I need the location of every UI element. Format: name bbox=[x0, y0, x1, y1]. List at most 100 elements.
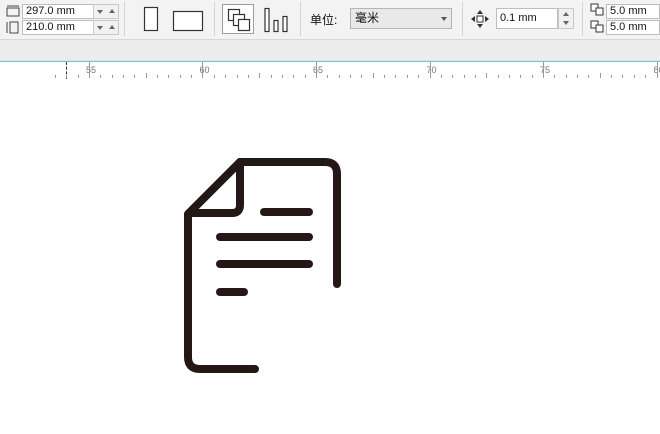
ruler-tick bbox=[600, 73, 601, 78]
ruler-tick bbox=[395, 75, 396, 78]
ruler-tick bbox=[634, 75, 635, 78]
page-width-stepper[interactable] bbox=[93, 4, 119, 19]
document-icon[interactable] bbox=[0, 79, 660, 434]
all-pages-button[interactable] bbox=[222, 4, 254, 34]
ruler-label: 60 bbox=[199, 65, 210, 75]
ruler-tick bbox=[202, 62, 203, 78]
ruler-tick bbox=[645, 75, 646, 78]
ruler-tick bbox=[532, 75, 533, 78]
ruler-tick bbox=[100, 75, 101, 78]
ruler-tick bbox=[237, 75, 238, 78]
landscape-icon bbox=[172, 10, 204, 32]
all-pages-icon bbox=[227, 8, 251, 32]
ruler-label: 55 bbox=[86, 65, 97, 75]
nudge-distance-field[interactable]: 0.1 mm bbox=[496, 8, 558, 29]
duplicate-y-field[interactable]: 5.0 mm bbox=[606, 20, 660, 35]
ruler-tick bbox=[89, 62, 90, 78]
ruler-tick bbox=[78, 75, 79, 78]
chevron-down-icon[interactable] bbox=[441, 17, 447, 21]
ruler-tick bbox=[55, 75, 56, 78]
toolbar-separator bbox=[214, 2, 215, 36]
ruler-tick bbox=[464, 75, 465, 78]
spin-down-icon[interactable] bbox=[563, 21, 569, 25]
ruler-tick bbox=[520, 75, 521, 78]
ruler-tick bbox=[282, 75, 283, 78]
property-bar: 297.0 mm 210.0 mm 单位: 毫米 0.1 mm 5.0 mm 5… bbox=[0, 0, 660, 40]
portrait-button[interactable] bbox=[138, 4, 164, 34]
toolbar-separator bbox=[124, 2, 125, 36]
units-selected-value: 毫米 bbox=[355, 11, 380, 25]
duplicate-y-icon bbox=[590, 20, 604, 33]
units-dropdown[interactable]: 毫米 bbox=[350, 8, 452, 29]
ruler-tick bbox=[430, 62, 431, 78]
ruler-tick bbox=[146, 73, 147, 78]
spin-up-icon[interactable] bbox=[109, 9, 115, 13]
ruler-tick bbox=[361, 75, 362, 78]
ruler-tick bbox=[112, 75, 113, 78]
ruler-tick bbox=[180, 75, 181, 78]
nudge-distance-stepper[interactable] bbox=[558, 8, 574, 29]
ruler-tick bbox=[441, 75, 442, 78]
ruler-tick bbox=[475, 75, 476, 78]
ruler-tick bbox=[566, 75, 567, 78]
ruler-tick bbox=[191, 75, 192, 78]
ruler-tick bbox=[418, 75, 419, 78]
secondary-toolbar-strip bbox=[0, 40, 660, 61]
page-height-field[interactable]: 210.0 mm bbox=[22, 20, 94, 35]
ruler-label: 75 bbox=[540, 65, 551, 75]
page-width-field[interactable]: 297.0 mm bbox=[22, 4, 94, 19]
ruler-tick bbox=[168, 75, 169, 78]
ruler-tick bbox=[350, 75, 351, 78]
units-label: 单位: bbox=[310, 13, 338, 27]
ruler-tick bbox=[657, 62, 658, 78]
ruler-tick bbox=[622, 75, 623, 78]
page-height-stepper[interactable] bbox=[93, 20, 119, 35]
ruler-tick bbox=[316, 62, 317, 78]
ruler-tick bbox=[339, 75, 340, 78]
ruler-tick bbox=[327, 75, 328, 78]
ruler-tick bbox=[157, 75, 158, 78]
ruler-tick bbox=[123, 75, 124, 78]
ruler-tick bbox=[305, 75, 306, 78]
ruler-tick bbox=[577, 75, 578, 78]
ruler-tick bbox=[509, 75, 510, 78]
horizontal-ruler[interactable]: 556065707580 bbox=[0, 61, 660, 80]
dropdown-arrow-icon[interactable] bbox=[97, 26, 103, 30]
ruler-tick bbox=[486, 73, 487, 78]
ruler-tick bbox=[543, 62, 544, 78]
ruler-tick bbox=[452, 75, 453, 78]
ruler-tick bbox=[248, 75, 249, 78]
spin-up-icon[interactable] bbox=[563, 12, 569, 16]
page-height-icon bbox=[6, 21, 19, 34]
ruler-tick bbox=[407, 75, 408, 78]
ruler-tick bbox=[498, 75, 499, 78]
ruler-tick bbox=[259, 73, 260, 78]
ruler-tick bbox=[271, 75, 272, 78]
ruler-tick bbox=[554, 75, 555, 78]
portrait-icon bbox=[143, 6, 159, 32]
ruler-tick bbox=[373, 73, 374, 78]
page-width-icon bbox=[6, 5, 20, 17]
current-page-icon bbox=[264, 7, 288, 33]
drawing-canvas[interactable] bbox=[0, 79, 660, 434]
ruler-tick bbox=[588, 75, 589, 78]
ruler-label: 70 bbox=[426, 65, 437, 75]
ruler-tick bbox=[134, 75, 135, 78]
ruler-tick bbox=[293, 75, 294, 78]
ruler-label: 65 bbox=[313, 65, 324, 75]
ruler-tick bbox=[384, 75, 385, 78]
nudge-distance-icon bbox=[471, 10, 489, 28]
duplicate-x-icon bbox=[590, 3, 604, 16]
toolbar-separator bbox=[582, 2, 583, 36]
dropdown-arrow-icon[interactable] bbox=[97, 10, 103, 14]
spin-up-icon[interactable] bbox=[109, 25, 115, 29]
toolbar-separator bbox=[462, 2, 463, 36]
ruler-tick bbox=[611, 75, 612, 78]
landscape-button[interactable] bbox=[170, 4, 206, 34]
ruler-tick bbox=[225, 75, 226, 78]
ruler-tick bbox=[214, 75, 215, 78]
duplicate-x-field[interactable]: 5.0 mm bbox=[606, 4, 660, 19]
current-page-button[interactable] bbox=[260, 4, 292, 34]
toolbar-separator bbox=[300, 2, 301, 36]
ruler-tick bbox=[66, 75, 67, 78]
